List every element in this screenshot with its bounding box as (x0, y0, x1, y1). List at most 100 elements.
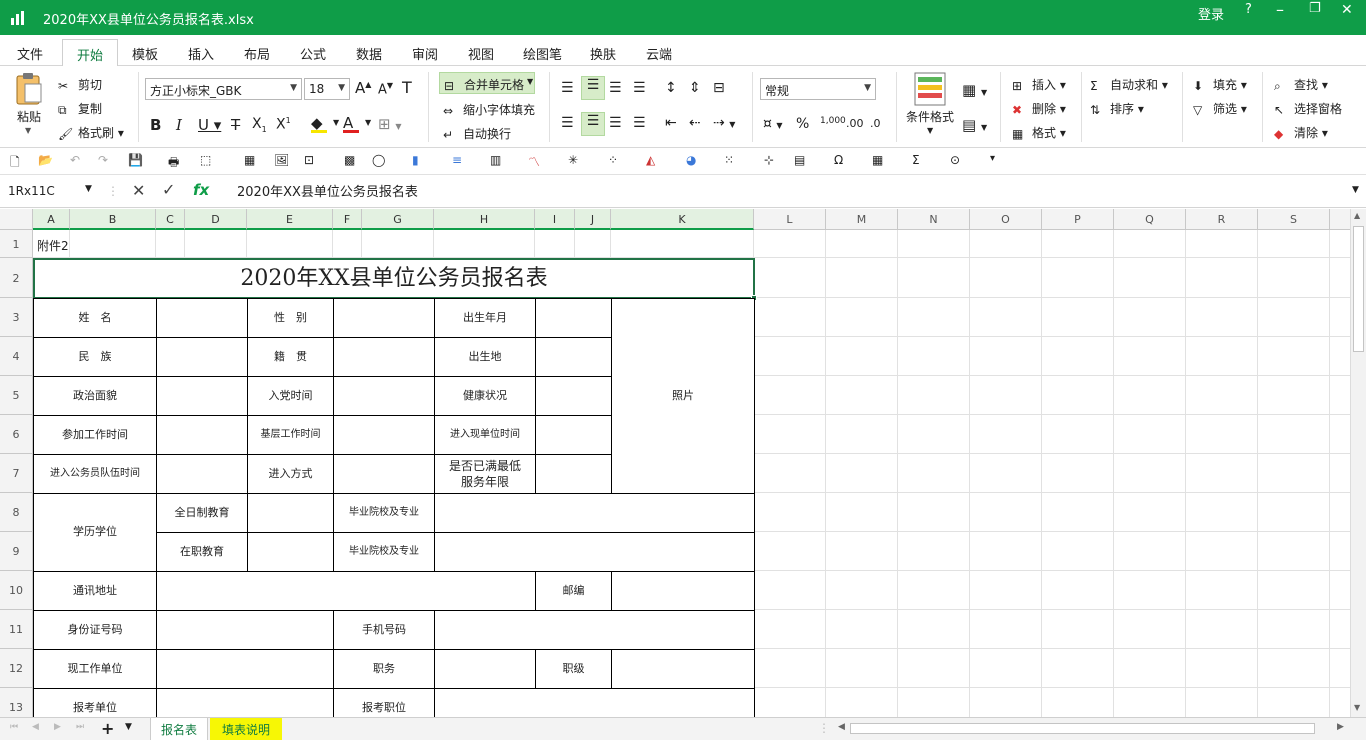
menu-layout[interactable]: 布局 (244, 44, 270, 63)
decrease-decimal-icon[interactable]: .0 (870, 117, 881, 130)
menu-review[interactable]: 审阅 (412, 44, 438, 63)
clear-button[interactable]: ◆ 清除 ▾ (1274, 124, 1328, 141)
tab-split-handle[interactable]: ⋮ (818, 721, 830, 735)
column-header[interactable]: Q (1114, 209, 1186, 230)
scroll-left-icon[interactable]: ◀ (838, 722, 845, 732)
column-header[interactable]: S (1258, 209, 1330, 230)
symbol-icon[interactable]: Ω (834, 153, 850, 169)
input-cell[interactable] (535, 337, 612, 377)
column-header[interactable]: D (185, 209, 247, 230)
hbar-chart-icon[interactable]: ≡ (452, 153, 468, 169)
filter-button[interactable]: ▽ 筛选 ▾ (1193, 100, 1247, 117)
wrap-text-button[interactable]: ↵ 自动换行 (443, 125, 511, 142)
align-middle-icon[interactable]: ☰ (581, 76, 605, 100)
row-header[interactable]: 2 (0, 258, 33, 298)
save-icon[interactable]: 💾 (128, 153, 144, 169)
input-cell[interactable] (156, 337, 248, 377)
restore-icon[interactable]: ❐ (1309, 1, 1321, 16)
new-file-icon[interactable]: 🗋 (10, 153, 26, 169)
menu-view[interactable]: 视图 (468, 44, 494, 63)
customize-toolbar-icon[interactable]: ▾ (990, 153, 1006, 169)
label-cell[interactable]: 出生地 (434, 337, 536, 377)
input-cell[interactable] (434, 532, 755, 572)
row-header[interactable]: 8 (0, 493, 33, 532)
paste-dropdown-icon[interactable]: ▼ (25, 126, 31, 135)
label-cell[interactable]: 在职教育 (156, 532, 248, 572)
input-cell[interactable] (535, 415, 612, 455)
chevron-down-icon[interactable]: ▼ (927, 126, 933, 135)
column-header[interactable]: I (535, 209, 575, 230)
label-cell[interactable]: 姓 名 (33, 298, 157, 338)
column-header[interactable]: C (156, 209, 185, 230)
scroll-down-icon[interactable]: ▼ (1354, 703, 1360, 712)
strikethrough-icon[interactable]: T (231, 116, 240, 134)
row-header[interactable]: 10 (0, 571, 33, 610)
sheet-tab-active[interactable]: 报名表 (150, 718, 208, 740)
redo-icon[interactable]: ↷ (98, 153, 114, 169)
undo-icon[interactable]: ↶ (70, 153, 86, 169)
menu-formula[interactable]: 公式 (300, 44, 326, 63)
column-header[interactable]: B (70, 209, 156, 230)
input-cell[interactable] (333, 337, 435, 377)
input-cell[interactable] (333, 298, 435, 338)
shrink-font-icon[interactable]: A▼ (378, 81, 393, 97)
table-icon[interactable]: ▦ (244, 153, 260, 169)
spreadsheet-grid[interactable]: A B C D E F G H I J K L M N O P Q R S 1 … (0, 209, 1350, 717)
grid-icon[interactable]: ▩ (344, 153, 360, 169)
label-cell[interactable]: 健康状况 (434, 376, 536, 416)
label-cell[interactable]: 参加工作时间 (33, 415, 157, 455)
column-header[interactable]: J (575, 209, 611, 230)
orientation-icon[interactable]: ⊟ (713, 80, 725, 96)
input-cell[interactable] (156, 298, 248, 338)
cut-button[interactable]: ✂ 剪切 (58, 76, 102, 93)
clear-format-icon[interactable]: T (402, 78, 412, 97)
input-cell[interactable] (156, 649, 334, 689)
input-cell[interactable] (156, 454, 248, 494)
number-format-select[interactable]: 常规 ▼ (760, 78, 876, 100)
input-cell[interactable] (156, 415, 248, 455)
column-header[interactable]: K (611, 209, 754, 230)
label-cell[interactable]: 毕业院校及专业 (333, 493, 435, 533)
fill-button[interactable]: ⬇ 填充 ▾ (1193, 76, 1247, 93)
paste-button[interactable] (14, 72, 46, 112)
expand-formula-icon[interactable]: ▼ (1352, 185, 1359, 195)
radar-chart-icon[interactable]: ✳ (568, 153, 584, 169)
link-icon[interactable]: ⊙ (950, 153, 966, 169)
sort-button[interactable]: ⇅ 排序 ▾ (1090, 100, 1144, 117)
bar-chart-icon[interactable]: ▮ (412, 153, 428, 169)
row-header[interactable]: 11 (0, 610, 33, 649)
name-box[interactable]: 1Rx11C ▼ (8, 181, 98, 202)
form-title-cell[interactable]: 2020年XX县单位公务员报名表 (33, 258, 755, 299)
last-sheet-icon[interactable]: ⏭ (76, 722, 84, 732)
sheet-tab[interactable]: 填表说明 (210, 718, 282, 740)
screenshot-icon[interactable]: ⊡ (304, 153, 320, 169)
chevron-down-icon[interactable]: ▼ (365, 118, 371, 127)
increase-indent-icon[interactable]: ⇢ ▼ (713, 115, 735, 131)
cancel-icon[interactable]: ✕ (132, 181, 145, 200)
menu-cloud[interactable]: 云端 (646, 44, 672, 63)
input-cell[interactable] (434, 493, 755, 533)
input-cell[interactable] (333, 454, 435, 494)
align-top-icon[interactable]: ☰ (561, 80, 574, 96)
print-icon[interactable]: 🖶 (168, 153, 184, 169)
grow-font-icon[interactable]: A▲ (355, 79, 371, 97)
prev-sheet-icon[interactable]: ◀ (32, 722, 39, 732)
input-cell[interactable] (434, 688, 755, 717)
label-cell[interactable]: 学历学位 (33, 493, 157, 572)
input-cell[interactable] (156, 688, 334, 717)
input-cell[interactable] (535, 376, 612, 416)
label-cell[interactable]: 报考职位 (333, 688, 435, 717)
cell-a1[interactable]: 附件2 (37, 237, 69, 254)
input-cell[interactable] (434, 610, 755, 650)
format-cells-button[interactable]: ▦ 格式 ▾ (1012, 124, 1066, 141)
delete-cells-button[interactable]: ✖ 删除 ▾ (1012, 100, 1066, 117)
input-cell[interactable] (156, 376, 248, 416)
label-cell[interactable]: 职级 (535, 649, 612, 689)
font-color-icon[interactable]: A (343, 114, 359, 133)
menu-pen[interactable]: 绘图笔 (523, 44, 562, 63)
row-header[interactable]: 12 (0, 649, 33, 688)
combo-chart-icon[interactable]: ⁙ (724, 153, 740, 169)
conditional-format-label[interactable]: 条件格式 (906, 108, 954, 125)
format-painter-button[interactable]: 🖌 格式刷 ▾ (58, 124, 124, 141)
input-cell[interactable] (611, 649, 755, 689)
